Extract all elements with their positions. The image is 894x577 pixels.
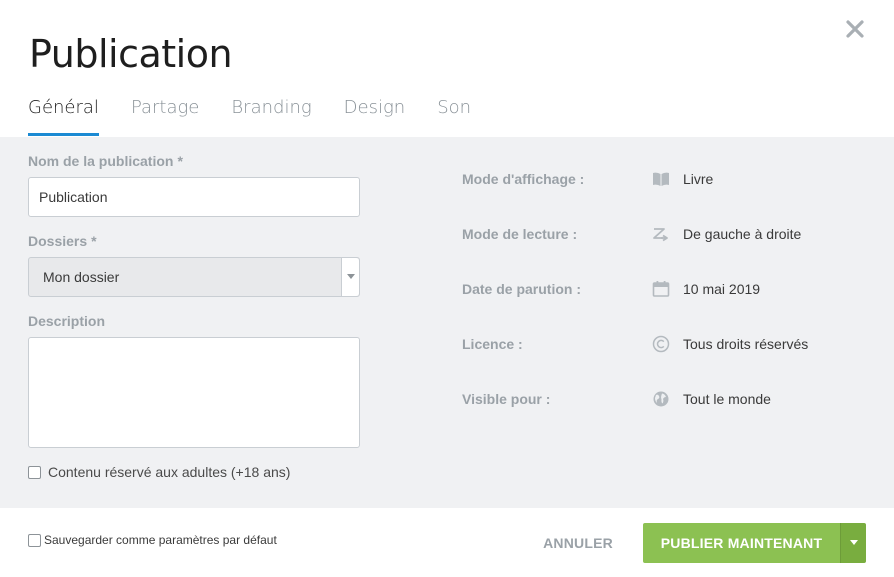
- publication-name-input[interactable]: Publication: [28, 177, 360, 217]
- adult-content-row: Contenu réservé aux adultes (+18 ans): [28, 464, 290, 480]
- info-row-visibility: Visible pour : Tout le monde: [462, 389, 882, 409]
- description-textarea[interactable]: [28, 337, 360, 448]
- globe-icon: [653, 391, 669, 407]
- tab-bar: Général Partage Branding Design Son: [28, 96, 503, 136]
- book-icon: [653, 172, 669, 186]
- save-defaults-checkbox[interactable]: [28, 533, 41, 547]
- folders-label-text: Dossiers: [28, 233, 88, 249]
- save-defaults-row: Sauvegarder comme paramètres par défaut: [28, 533, 277, 547]
- visibility-value: Tout le monde: [683, 391, 771, 407]
- required-marker: *: [177, 153, 183, 169]
- required-marker: *: [91, 233, 97, 249]
- info-row-license: Licence : Tous droits réservés: [462, 334, 882, 354]
- info-row-publication-date: Date de parution : 10 mai 2019: [462, 279, 882, 299]
- license-label: Licence :: [462, 336, 523, 352]
- publish-options-button[interactable]: [840, 523, 866, 563]
- caret-down-icon: [347, 274, 355, 279]
- cancel-button[interactable]: ANNULER: [534, 523, 622, 563]
- publication-dialog: Publication Général Partage Branding Des…: [0, 0, 894, 577]
- reading-mode-label: Mode de lecture :: [462, 226, 578, 242]
- display-mode-value: Livre: [683, 171, 714, 187]
- adult-content-label[interactable]: Contenu réservé aux adultes (+18 ans): [48, 464, 290, 480]
- copyright-icon: [652, 335, 670, 353]
- publication-name-label: Nom de la publication *: [28, 153, 183, 169]
- close-icon: [846, 20, 864, 38]
- tab-branding[interactable]: Branding: [231, 96, 311, 136]
- dialog-title: Publication: [29, 32, 233, 76]
- info-row-reading-mode: Mode de lecture : De gauche à droite: [462, 224, 882, 244]
- reading-mode-value: De gauche à droite: [683, 226, 802, 242]
- folders-select[interactable]: Mon dossier: [28, 257, 360, 297]
- info-row-display-mode: Mode d'affichage : Livre: [462, 169, 882, 189]
- folders-select-value: Mon dossier: [43, 269, 120, 285]
- folders-select-toggle[interactable]: [341, 258, 359, 296]
- save-defaults-label[interactable]: Sauvegarder comme paramètres par défaut: [44, 533, 277, 547]
- tab-general[interactable]: Général: [28, 96, 99, 136]
- visibility-label: Visible pour :: [462, 391, 551, 407]
- publication-name-label-text: Nom de la publication: [28, 153, 174, 169]
- caret-down-icon: [850, 540, 858, 545]
- publication-date-label: Date de parution :: [462, 281, 582, 297]
- publication-date-value: 10 mai 2019: [683, 281, 761, 297]
- tab-partage[interactable]: Partage: [131, 96, 199, 136]
- adult-content-checkbox[interactable]: [28, 465, 41, 479]
- display-mode-label: Mode d'affichage :: [462, 171, 585, 187]
- publish-button-group: PUBLIER MAINTENANT: [643, 523, 866, 563]
- folders-label: Dossiers *: [28, 233, 97, 249]
- tab-son[interactable]: Son: [437, 96, 471, 136]
- calendar-icon: [652, 281, 670, 297]
- reading-direction-icon: [653, 228, 668, 242]
- close-button[interactable]: [842, 16, 868, 42]
- publish-now-button[interactable]: PUBLIER MAINTENANT: [643, 523, 840, 563]
- description-label: Description: [28, 313, 106, 329]
- license-value: Tous droits réservés: [683, 336, 809, 352]
- tab-design[interactable]: Design: [344, 96, 406, 136]
